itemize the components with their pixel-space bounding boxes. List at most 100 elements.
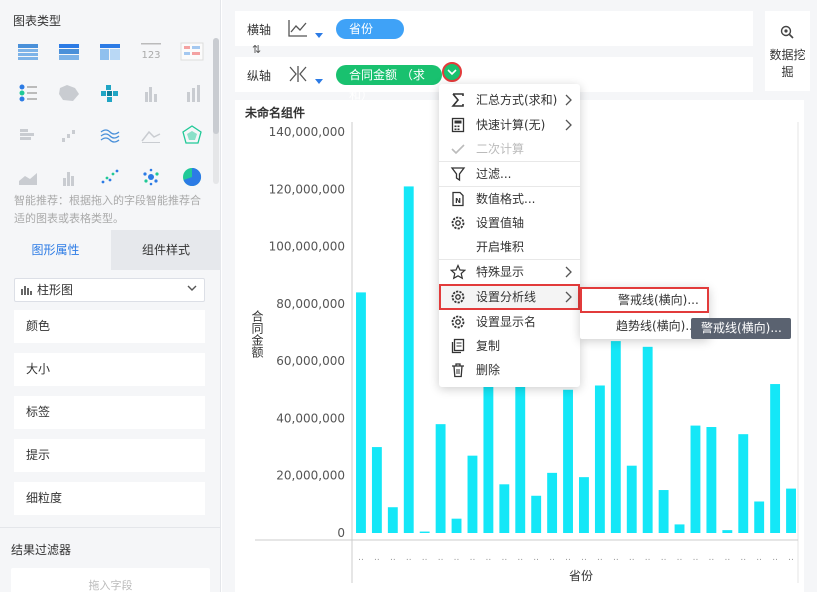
chevron-right-icon	[565, 266, 572, 278]
line-icon[interactable]	[137, 124, 165, 146]
x-tick-label: ..	[661, 553, 667, 563]
multi-line-icon[interactable]	[96, 124, 124, 146]
menu-item-label: 特殊显示	[476, 265, 525, 279]
bar	[690, 425, 701, 533]
bar	[403, 186, 414, 533]
swap-axes-icon[interactable]: ⇅	[252, 43, 266, 57]
data-mining-button[interactable]: 数据挖掘	[765, 11, 810, 91]
menu-item-enable-stacking[interactable]: 开启堆积	[439, 235, 580, 259]
x-tick-label: ..	[533, 553, 539, 563]
property-label[interactable]: 标签	[14, 396, 205, 429]
menu-item-delete[interactable]: 删除	[439, 358, 580, 382]
table-icon[interactable]	[14, 40, 42, 62]
submenu-item-trend-line[interactable]: 趋势线(横向)...	[580, 314, 709, 338]
x-tick-label: ..	[724, 553, 730, 563]
bar	[658, 490, 669, 533]
grouped-bar-icon[interactable]	[137, 82, 165, 104]
y-field-pill[interactable]: 合同金额 （求和）	[336, 65, 442, 102]
x-tick-label: ..	[549, 553, 555, 563]
star-icon	[450, 264, 466, 280]
menu-item-special-display[interactable]: 特殊显示	[439, 260, 580, 284]
scatter-icon[interactable]	[96, 166, 124, 188]
menu-item-value-axis[interactable]: 设置值轴	[439, 211, 580, 235]
bar-chart-icon	[21, 286, 32, 295]
property-tooltip[interactable]: 提示	[14, 439, 205, 472]
menu-item-number-format[interactable]: N 数值格式...	[439, 187, 580, 211]
x-axis-dropdown-triangle[interactable]	[315, 33, 323, 38]
dot-list-icon[interactable]	[14, 82, 42, 104]
submenu-item-warning-line[interactable]: 警戒线(横向)...	[580, 287, 709, 313]
histogram-icon[interactable]	[55, 166, 83, 188]
kpi-icon[interactable]	[178, 40, 206, 62]
menu-item-filter[interactable]: 过滤...	[439, 162, 580, 186]
x-tick-label: ..	[740, 553, 746, 563]
y-field-dropdown-button[interactable]	[442, 62, 462, 82]
number-card-icon[interactable]: 123	[137, 40, 165, 62]
bar	[786, 488, 796, 533]
bar-sort-icon[interactable]	[287, 64, 309, 84]
chart-types-title: 图表类型	[13, 14, 62, 28]
y-axis-dropdown-triangle[interactable]	[315, 79, 323, 84]
pie-icon[interactable]	[178, 166, 206, 188]
x-tick-label: ..	[613, 553, 619, 563]
x-tick-label: ..	[565, 553, 571, 563]
detail-table-icon[interactable]	[96, 40, 124, 62]
analysis-line-submenu: 警戒线(横向)... 趋势线(横向)...	[580, 287, 709, 339]
menu-item-label: 快速计算(无)	[476, 118, 546, 132]
property-granularity[interactable]: 细粒度	[14, 482, 205, 515]
x-tick-label: ..	[709, 553, 715, 563]
property-color[interactable]: 颜色	[14, 310, 205, 343]
filter-drop-zone[interactable]: 拖入字段	[11, 568, 210, 598]
x-tick-label: ..	[470, 553, 476, 563]
line-chart-icon[interactable]	[287, 18, 309, 38]
left-panel: 图表类型 123 智能推荐：根据拖入的字段智能推荐合适的图表或表格类型。 图形属…	[0, 0, 221, 598]
waterfall-icon[interactable]	[55, 124, 83, 146]
x-axis-title: 省份	[569, 569, 593, 583]
x-tick-label: ..	[374, 553, 380, 563]
bar	[531, 495, 542, 533]
menu-item-quick-calc[interactable]: 快速计算(无)	[439, 113, 580, 137]
column-icon[interactable]	[178, 82, 206, 104]
cross-table-icon[interactable]	[55, 40, 83, 62]
bar	[706, 427, 717, 533]
bar	[626, 465, 637, 533]
tab-component-style[interactable]: 组件样式	[111, 230, 221, 270]
sigma-icon	[451, 93, 464, 107]
x-tick-label: ..	[422, 553, 428, 563]
x-tick-label: ..	[629, 553, 635, 563]
bar	[579, 477, 589, 533]
x-tick-label: ..	[772, 553, 778, 563]
menu-item-label: 设置分析线	[476, 290, 537, 304]
x-tick-label: ..	[693, 553, 699, 563]
property-tabs: 图形属性 组件样式	[0, 230, 221, 270]
number-format-icon: N	[452, 191, 464, 207]
stacked-bar-icon[interactable]	[14, 124, 42, 146]
y-axis-title: 合同金额	[250, 309, 264, 359]
y-tick-label: 20,000,000	[276, 469, 345, 483]
chevron-down-icon	[187, 285, 197, 291]
x-field-pill[interactable]: 省份	[336, 19, 404, 39]
map-icon[interactable]	[55, 82, 83, 104]
data-mining-icon	[780, 25, 794, 39]
tab-graphic-properties[interactable]: 图形属性	[0, 230, 111, 270]
bar	[610, 341, 621, 533]
heat-table-icon[interactable]	[96, 82, 124, 104]
bubble-icon[interactable]	[137, 166, 165, 188]
menu-item-label: 过滤...	[476, 167, 512, 181]
area-icon[interactable]	[14, 166, 42, 188]
x-axis-label: 横轴	[247, 23, 272, 37]
menu-item-display-name[interactable]: 设置显示名	[439, 310, 580, 334]
radar-icon[interactable]	[178, 124, 206, 146]
bar	[451, 518, 462, 533]
menu-item-analysis-line[interactable]: 设置分析线	[439, 284, 580, 310]
x-tick-label: ..	[788, 553, 794, 563]
chart-type-scroll-thumb[interactable]	[213, 38, 219, 134]
filter-icon	[450, 167, 466, 182]
chart-type-select[interactable]: 柱形图	[14, 278, 205, 302]
property-size[interactable]: 大小	[14, 353, 205, 386]
menu-item-aggregation[interactable]: 汇总方式(求和)	[439, 88, 580, 112]
chevron-right-icon	[565, 291, 572, 303]
menu-item-label: 设置值轴	[476, 216, 525, 230]
x-tick-label: ..	[581, 553, 587, 563]
menu-item-copy[interactable]: 复制	[439, 334, 580, 358]
